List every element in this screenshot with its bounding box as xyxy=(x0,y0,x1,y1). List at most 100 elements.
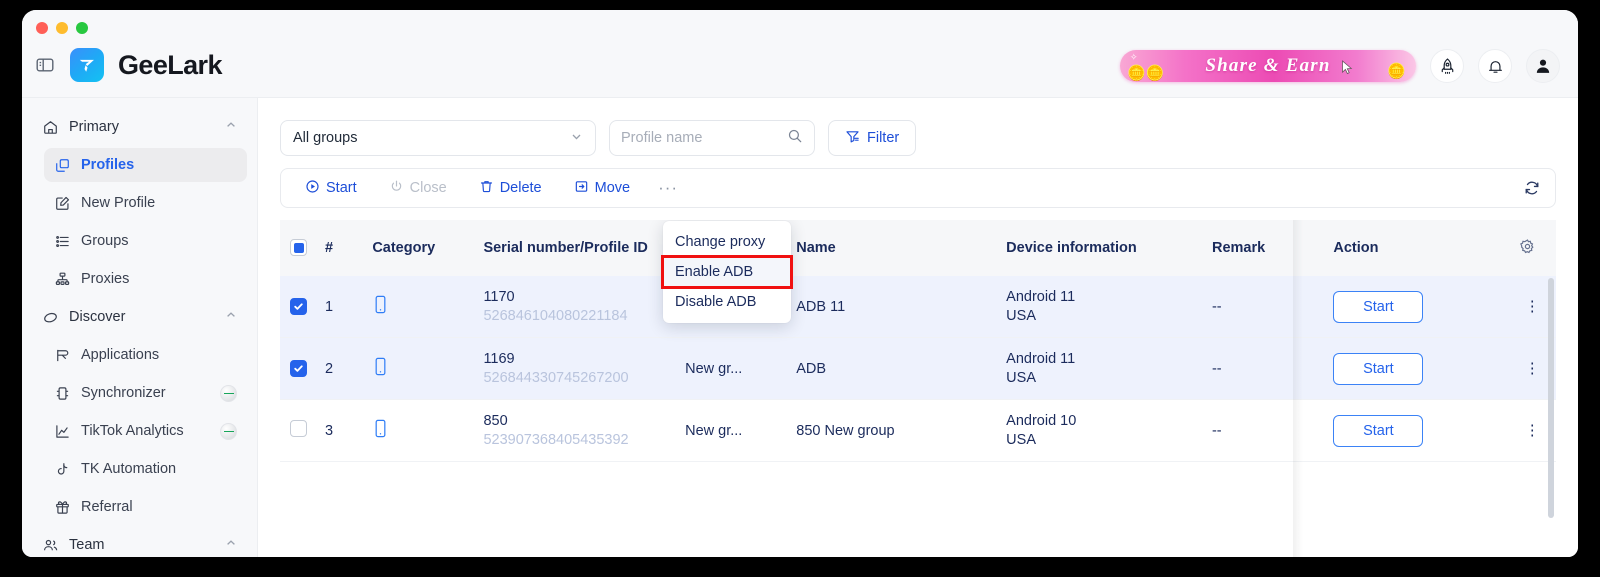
sidebar-item-groups[interactable]: Groups xyxy=(44,224,247,258)
start-action-button[interactable]: Start xyxy=(291,173,371,203)
filter-icon xyxy=(845,129,860,148)
sidebar-item-applications[interactable]: Applications xyxy=(44,338,247,372)
sidebar-item-profiles[interactable]: Profiles xyxy=(44,148,247,182)
sidebar-item-label: New Profile xyxy=(81,195,156,211)
status-badge xyxy=(220,384,237,402)
search-input[interactable] xyxy=(621,130,787,146)
chevron-up-icon xyxy=(225,119,237,135)
start-button[interactable]: Start xyxy=(1333,414,1424,447)
more-actions-button[interactable]: ··· xyxy=(648,173,688,203)
row-select-cell xyxy=(280,399,315,462)
header-actions: ✧ 🪙🪙 Share & Earn 🪙 xyxy=(1120,49,1560,83)
body: Primary Profiles New Profile Groups Prox… xyxy=(22,98,1578,557)
gift-icon xyxy=(54,499,71,516)
refresh-icon[interactable] xyxy=(1519,175,1545,201)
start-button[interactable]: Start xyxy=(1333,290,1424,323)
minimize-window-button[interactable] xyxy=(56,22,68,34)
new-profile-icon xyxy=(54,195,71,212)
row-category xyxy=(362,276,474,338)
row-index: 3 xyxy=(314,399,363,462)
dropdown-item-disable-adb[interactable]: Disable ADB xyxy=(663,287,791,317)
row-select-cell xyxy=(280,337,315,400)
sidebar-group-team[interactable]: Team xyxy=(32,528,247,557)
sidebar-group-primary[interactable]: Primary xyxy=(32,110,247,144)
sidebar-item-new-profile[interactable]: New Profile xyxy=(44,186,247,220)
gear-icon[interactable] xyxy=(1519,238,1536,259)
vertical-scrollbar[interactable] xyxy=(1548,278,1554,518)
table-header-row: # Category Serial number/Profile ID Grou… xyxy=(280,220,1556,276)
row-group: New gr... xyxy=(675,337,787,400)
status-badge xyxy=(220,422,237,440)
start-button[interactable]: Start xyxy=(1333,352,1424,385)
profiles-icon xyxy=(54,157,71,174)
row-action: Start xyxy=(1323,276,1509,338)
sidebar-item-label: Profiles xyxy=(81,157,135,173)
group-select-value: All groups xyxy=(293,130,358,146)
device-region: USA xyxy=(1006,432,1036,448)
chevron-down-icon xyxy=(570,130,583,147)
dropdown-item-enable-adb[interactable]: Enable ADB xyxy=(661,255,793,289)
row-category xyxy=(362,337,474,400)
select-all-checkbox[interactable] xyxy=(290,239,307,257)
search-box[interactable] xyxy=(609,120,815,156)
filter-row: All groups Profile name Filter xyxy=(280,120,1556,156)
device-region: USA xyxy=(1006,370,1036,386)
row-checkbox[interactable] xyxy=(290,297,307,315)
sidebar-item-tk-automation[interactable]: TK Automation xyxy=(44,452,247,486)
row-checkbox[interactable] xyxy=(290,359,307,377)
sidebar-group-label: Discover xyxy=(69,309,126,325)
action-label: Start xyxy=(326,180,357,196)
row-action: Start xyxy=(1323,399,1509,462)
serial-number: 523907368405435392 xyxy=(483,432,629,448)
delete-action-button[interactable]: Delete xyxy=(465,173,556,203)
bell-icon[interactable] xyxy=(1478,49,1512,83)
row-group: New gr... xyxy=(675,399,787,462)
search-icon[interactable] xyxy=(787,128,803,149)
table-settings-header xyxy=(1508,220,1556,276)
row-index: 2 xyxy=(314,337,363,400)
more-actions-dropdown: Change proxy Enable ADB Disable ADB xyxy=(661,221,793,323)
rocket-icon[interactable] xyxy=(1430,49,1464,83)
dropdown-item-change-proxy[interactable]: Change proxy xyxy=(663,227,791,257)
maximize-window-button[interactable] xyxy=(76,22,88,34)
row-device-information: Android 11 USA xyxy=(996,276,1202,338)
coins-right-icon: 🪙 xyxy=(1387,63,1406,80)
serial-id: 850 xyxy=(483,413,508,429)
close-action-button[interactable]: Close xyxy=(375,173,461,203)
close-window-button[interactable] xyxy=(36,22,48,34)
row-name: ADB xyxy=(786,337,997,400)
filter-button[interactable]: Filter xyxy=(828,120,917,156)
sidebar-item-label: Synchronizer xyxy=(81,385,166,401)
applications-icon xyxy=(54,347,71,364)
row-name: ADB 11 xyxy=(786,276,997,338)
group-select[interactable]: All groups xyxy=(280,120,596,156)
sidebar-item-label: Groups xyxy=(81,233,129,249)
sidebar-item-proxies[interactable]: Proxies xyxy=(44,262,247,296)
header-serial: Serial number/Profile ID xyxy=(473,220,676,276)
sidebar-item-referral[interactable]: Referral xyxy=(44,490,247,524)
header-remark: Remark xyxy=(1201,220,1324,276)
row-category xyxy=(362,399,474,462)
move-action-button[interactable]: Move xyxy=(560,173,644,203)
move-icon xyxy=(574,179,589,198)
device-os: Android 10 xyxy=(1006,413,1077,429)
sidebar-item-label: TikTok Analytics xyxy=(81,423,184,439)
table-row[interactable]: 2 1169 526844330745267200 New gr... ADB … xyxy=(280,337,1556,400)
share-and-earn-banner[interactable]: ✧ 🪙🪙 Share & Earn 🪙 xyxy=(1120,50,1416,82)
sidebar-item-synchronizer[interactable]: Synchronizer xyxy=(44,376,247,410)
sidebar-item-label: Referral xyxy=(81,499,133,515)
sidebar-item-label: TK Automation xyxy=(81,461,177,477)
table-row[interactable]: 1 1170 526846104080221184 ADB 11 Android… xyxy=(280,276,1556,338)
sidebar: Primary Profiles New Profile Groups Prox… xyxy=(22,98,258,557)
sidebar-item-tiktok-analytics[interactable]: TikTok Analytics xyxy=(44,414,247,448)
table-row[interactable]: 3 850 523907368405435392 New gr... 850 N… xyxy=(280,399,1556,462)
row-checkbox[interactable] xyxy=(290,420,307,437)
team-icon xyxy=(42,537,59,554)
sidebar-group-discover[interactable]: Discover xyxy=(32,300,247,334)
ellipsis-icon: ··· xyxy=(658,178,679,197)
sidebar-toggle-icon[interactable] xyxy=(34,54,56,76)
header-category: Category xyxy=(362,220,474,276)
sidebar-group-label: Team xyxy=(69,537,105,553)
row-device-information: Android 10 USA xyxy=(996,399,1202,462)
avatar[interactable] xyxy=(1526,49,1560,83)
